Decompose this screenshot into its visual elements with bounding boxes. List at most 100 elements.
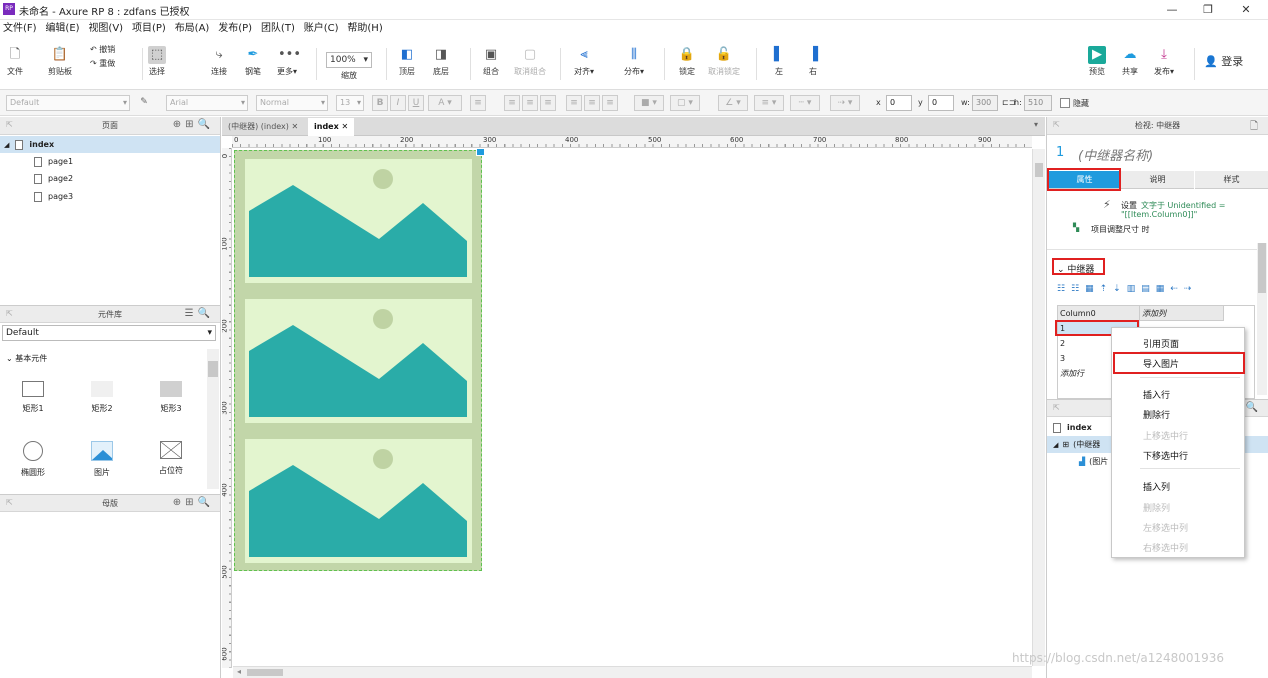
menu-edit[interactable]: 编辑(E): [42, 20, 82, 38]
arrow-style-button[interactable]: ⇢ ▾: [830, 95, 860, 111]
notes-icon[interactable]: 🗋: [1250, 119, 1262, 136]
clipboard-button[interactable]: 📋 剪贴板: [48, 46, 72, 77]
menu-item-insert-row[interactable]: 插入行: [1143, 388, 1170, 401]
minimize-button[interactable]: —: [1162, 2, 1182, 18]
menu-view[interactable]: 视图(V): [85, 20, 126, 38]
shadow-button[interactable]: ▢ ▾: [670, 95, 700, 111]
right-button[interactable]: ▐ 右: [804, 46, 822, 77]
tab-notes[interactable]: 说明: [1121, 171, 1194, 189]
preview-button[interactable]: ▶ 预览: [1088, 46, 1106, 77]
font-size-select[interactable]: 13: [336, 95, 364, 111]
expand-icon[interactable]: ◢: [1053, 441, 1058, 449]
scroll-left-icon[interactable]: ◂: [237, 667, 241, 676]
menu-item-insert-column[interactable]: 插入列: [1143, 480, 1170, 493]
repeater-image-item[interactable]: [245, 159, 472, 283]
height-input[interactable]: 510: [1024, 95, 1052, 111]
select-button[interactable]: ⬚ 选择: [148, 46, 166, 77]
file-button[interactable]: 🗋 文件: [6, 46, 24, 77]
menu-item-move-row-up[interactable]: 上移选中行: [1143, 429, 1188, 442]
close-button[interactable]: ✕: [1236, 2, 1256, 18]
repeater-handle[interactable]: [476, 149, 485, 156]
connect-button[interactable]: ⤷ 连接: [210, 46, 228, 77]
align-center-button[interactable]: ≡: [522, 95, 538, 111]
zoom-select[interactable]: 100% ▾ 缩放: [326, 52, 372, 81]
font-color-button[interactable]: A ▾: [428, 95, 462, 111]
pin-icon[interactable]: ⇱: [1053, 403, 1060, 412]
menu-item-move-column-left[interactable]: 左移选中列: [1143, 521, 1188, 534]
widget-rect2[interactable]: 矩形2: [72, 381, 132, 414]
underline-button[interactable]: U: [408, 95, 424, 111]
line-color-button[interactable]: ∠ ▾: [718, 95, 748, 111]
library-select[interactable]: Default ▾: [2, 325, 216, 341]
zoom-dropdown[interactable]: 100% ▾: [326, 52, 372, 68]
publish-button[interactable]: ⤓ 发布▾: [1154, 46, 1174, 77]
widget-group-basic[interactable]: ⌄ 基本元件: [6, 353, 47, 364]
grid-add-column[interactable]: 添加列: [1140, 306, 1224, 321]
align-left-button[interactable]: ≡: [504, 95, 520, 111]
width-input[interactable]: 300: [972, 95, 998, 111]
close-icon[interactable]: ✕: [342, 122, 349, 131]
more-button[interactable]: ••• 更多▾: [277, 46, 301, 77]
repeater-image-item[interactable]: [245, 299, 472, 423]
hide-checkbox[interactable]: [1060, 98, 1070, 108]
font-weight-select[interactable]: Normal: [256, 95, 328, 111]
login-button[interactable]: 👤 登录: [1204, 53, 1243, 69]
menu-item-move-column-right[interactable]: 右移选中列: [1143, 541, 1188, 554]
page-item[interactable]: page2: [0, 170, 220, 187]
add-master-icon[interactable]: ⊕⊞🔍: [173, 497, 214, 508]
bullet-button[interactable]: ≡: [470, 95, 486, 111]
grid-header-column0[interactable]: Column0: [1058, 306, 1140, 321]
distribute-button[interactable]: ⫼ 分布▾: [624, 46, 644, 77]
line-style-button[interactable]: ┄ ▾: [790, 95, 820, 111]
interaction-value[interactable]: "[[Item.Column0]]": [1121, 210, 1197, 219]
bold-button[interactable]: B: [372, 95, 388, 111]
repeater-widget[interactable]: [234, 149, 485, 571]
line-width-button[interactable]: ≡ ▾: [754, 95, 784, 111]
y-input[interactable]: 0: [928, 95, 954, 111]
page-item[interactable]: page1: [0, 153, 220, 170]
maximize-button[interactable]: ❐: [1198, 2, 1218, 18]
font-select[interactable]: Arial: [166, 95, 248, 111]
repeater-image-item[interactable]: [245, 439, 472, 563]
redo-button[interactable]: ↷ 重做: [90, 58, 115, 69]
expand-icon[interactable]: ◢: [4, 141, 9, 149]
library-scrollbar[interactable]: [207, 349, 219, 489]
canvas-vertical-scrollbar[interactable]: [1032, 149, 1045, 666]
menu-layout[interactable]: 布局(A): [172, 20, 213, 38]
align-button[interactable]: ⫷ 对齐▾: [574, 46, 594, 77]
menu-help[interactable]: 帮助(H): [344, 20, 385, 38]
widget-image[interactable]: 图片: [72, 441, 132, 478]
style-select[interactable]: Default: [6, 95, 130, 111]
menu-publish[interactable]: 发布(P): [215, 20, 255, 38]
widget-rect1[interactable]: 矩形1: [3, 381, 63, 414]
align-bottom-button[interactable]: ≡: [602, 95, 618, 111]
design-canvas[interactable]: [233, 149, 1032, 666]
menu-item-reference-page[interactable]: 引用页面: [1143, 337, 1179, 350]
widget-ellipse[interactable]: 椭圆形: [3, 441, 63, 478]
close-icon[interactable]: ✕: [291, 122, 298, 131]
widget-placeholder[interactable]: 占位符: [141, 441, 201, 476]
page-item-index[interactable]: ◢ index: [0, 136, 220, 153]
ungroup-button[interactable]: ▢ 取消组合: [514, 46, 546, 77]
menu-project[interactable]: 项目(P): [129, 20, 169, 38]
style-edit-icon[interactable]: ✎: [136, 95, 152, 111]
menu-item-delete-column[interactable]: 删除列: [1143, 501, 1170, 514]
lock-button[interactable]: 🔒 锁定: [678, 46, 696, 77]
menu-file[interactable]: 文件(F): [0, 20, 40, 38]
widget-name-input[interactable]: (中继器名称): [1078, 145, 1153, 164]
undo-button[interactable]: ↶ 撤销: [90, 44, 115, 55]
library-menu-icon[interactable]: ☰🔍: [185, 308, 214, 319]
align-middle-button[interactable]: ≡: [584, 95, 600, 111]
bring-to-front-button[interactable]: ◧ 顶层: [398, 46, 416, 77]
canvas-horizontal-scrollbar[interactable]: ◂: [233, 666, 1032, 678]
tab-style[interactable]: 样式: [1195, 171, 1268, 189]
search-icon[interactable]: 🔍: [1246, 402, 1262, 413]
menu-item-delete-row[interactable]: 删除行: [1143, 408, 1170, 421]
pen-button[interactable]: ✒ 钢笔: [244, 46, 262, 77]
group-button[interactable]: ▣ 组合: [482, 46, 500, 77]
menu-team[interactable]: 团队(T): [258, 20, 298, 38]
page-item[interactable]: page3: [0, 188, 220, 205]
fill-color-button[interactable]: ■ ▾: [634, 95, 664, 111]
tab-repeater[interactable]: (中继器) (index) ✕: [222, 118, 304, 136]
menu-account[interactable]: 账户(C): [301, 20, 342, 38]
